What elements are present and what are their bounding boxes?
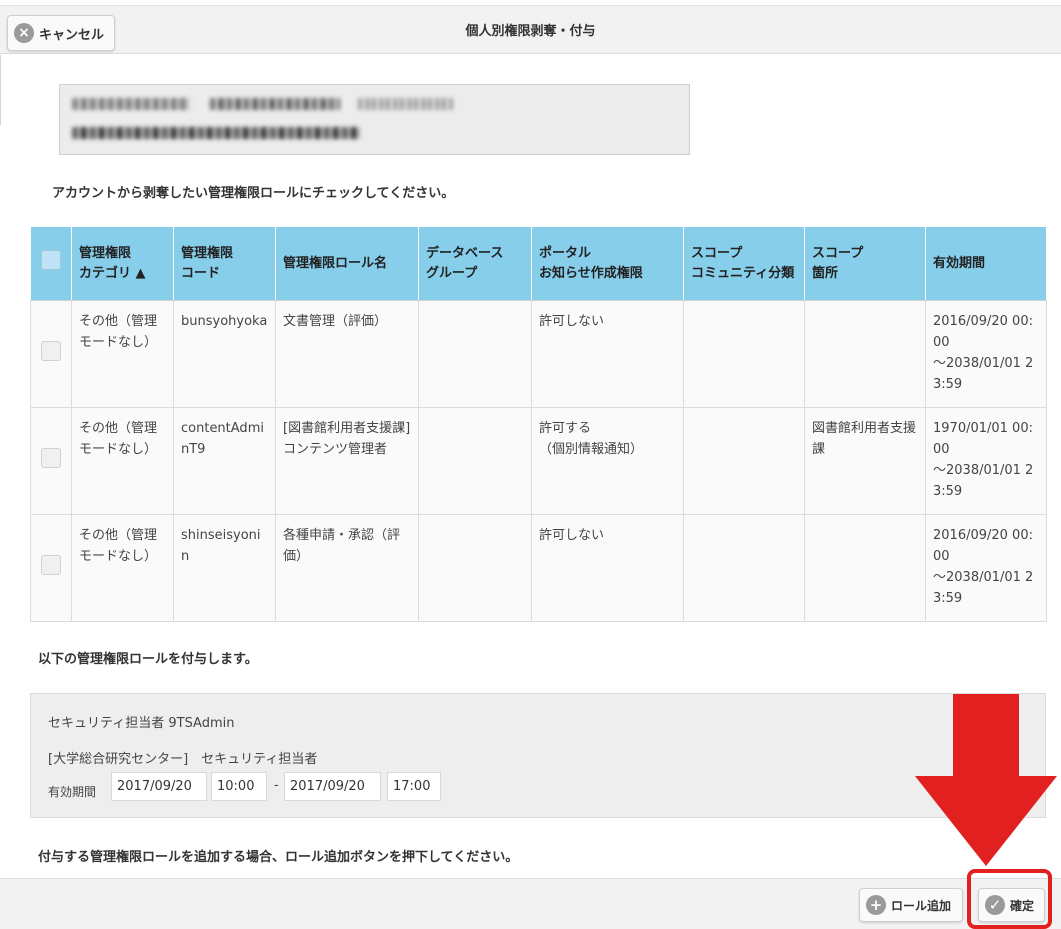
select-all-cell: [30, 226, 72, 301]
cell-category: その他（管理モードなし）: [71, 300, 174, 408]
col-role-name: 管理権限ロール名: [275, 226, 419, 301]
cell-scope-community: [683, 407, 805, 515]
period-separator: -: [274, 778, 279, 793]
revoke-instruction: アカウントから剥奪したい管理権限ロールにチェックしてください。: [52, 186, 455, 201]
cell-scope-community: [683, 300, 805, 408]
cell-code: shinseisyonin: [173, 514, 276, 622]
cell-portal: 許可する （個別情報通知）: [531, 407, 684, 515]
col-portal: ポータル お知らせ作成権限: [531, 226, 684, 301]
cell-role-name: [図書館利用者支援課] コンテンツ管理者: [275, 407, 423, 515]
table-row: その他（管理モードなし） contentAdminT9 [図書館利用者支援課] …: [30, 407, 1047, 515]
cell-scope-place: [804, 300, 926, 408]
table-row: その他（管理モードなし） bunsyohyoka 文書管理（評価） 許可しない …: [30, 300, 1047, 408]
col-category[interactable]: 管理権限 カテゴリ ▲: [71, 226, 174, 301]
cell-db-group: [418, 407, 532, 515]
confirm-highlight-box: [967, 869, 1052, 929]
dialog-footer: + ロール追加 ✓ 確定: [0, 878, 1061, 929]
grant-role-panel: セキュリティ担当者 9TSAdmin [大学総合研究センター] セキュリティ担当…: [30, 693, 1046, 818]
cell-portal: 許可しない: [531, 514, 684, 622]
redacted-text: [72, 127, 360, 139]
col-db-group: データベース グループ: [418, 226, 532, 301]
redacted-text: [358, 98, 453, 110]
redacted-text: [210, 98, 340, 110]
plus-icon: +: [866, 895, 886, 915]
redacted-text: [72, 98, 190, 110]
cell-category: その他（管理モードなし）: [71, 407, 174, 515]
grant-role-name: セキュリティ担当者 9TSAdmin: [48, 716, 235, 731]
cell-category: その他（管理モードなし）: [71, 514, 174, 622]
cell-role-name: 文書管理（評価）: [275, 300, 419, 408]
cell-code: contentAdminT9: [173, 407, 276, 515]
col-scope-community: スコープ コミュニティ分類: [683, 226, 805, 301]
cell-scope-place: 図書館利用者支援課: [804, 407, 926, 515]
grant-instruction: 以下の管理権限ロールを付与します。: [38, 652, 258, 667]
cell-scope-place: [804, 514, 926, 622]
start-time-input[interactable]: 10:00: [211, 772, 267, 801]
select-all-checkbox[interactable]: [41, 250, 61, 270]
col-scope-place: スコープ 箇所: [804, 226, 926, 301]
cell-period: 2016/09/20 00:00 ～2038/01/01 23:59: [925, 300, 1047, 408]
dialog-header: × キャンセル 個人別権限剥奪・付与: [0, 6, 1061, 54]
cell-scope-community: [683, 514, 805, 622]
period-label: 有効期間: [48, 785, 97, 799]
row-checkbox[interactable]: [41, 554, 61, 575]
row-checkbox[interactable]: [41, 340, 61, 361]
account-info-redacted: [59, 84, 690, 155]
cell-period: 1970/01/01 00:00 ～2038/01/01 23:59: [925, 407, 1047, 515]
left-divider: [0, 55, 2, 125]
start-date-input[interactable]: 2017/09/20: [111, 772, 207, 801]
row-select-cell: [30, 300, 72, 408]
end-date-input[interactable]: 2017/09/20: [284, 772, 381, 801]
table-row: その他（管理モードなし） shinseisyonin 各種申請・承認（評価） 許…: [30, 514, 1047, 622]
cell-db-group: [418, 514, 532, 622]
grant-role-description: [大学総合研究センター] セキュリティ担当者: [48, 752, 318, 767]
add-role-button[interactable]: + ロール追加: [859, 888, 963, 922]
end-time-input[interactable]: 17:00: [387, 772, 441, 801]
dialog-title: 個人別権限剥奪・付与: [465, 24, 596, 39]
col-code: 管理権限 コード: [173, 226, 276, 301]
cell-portal: 許可しない: [531, 300, 684, 408]
cell-role-name: 各種申請・承認（評価）: [275, 514, 419, 622]
cell-db-group: [418, 300, 532, 408]
down-arrow-annotation-icon: [915, 694, 1057, 866]
row-select-cell: [30, 514, 72, 622]
add-role-button-label: ロール追加: [891, 898, 952, 913]
table-header-row: 管理権限 カテゴリ ▲ 管理権限 コード 管理権限ロール名 データベース グループ ポ…: [30, 226, 1047, 301]
row-checkbox[interactable]: [41, 447, 61, 468]
row-select-cell: [30, 407, 72, 515]
add-role-instruction: 付与する管理権限ロールを追加する場合、ロール追加ボタンを押下してください。: [38, 850, 519, 865]
cell-period: 2016/09/20 00:00 ～2038/01/01 23:59: [925, 514, 1047, 622]
admin-roles-table: 管理権限 カテゴリ ▲ 管理権限 コード 管理権限ロール名 データベース グループ ポ…: [30, 226, 1047, 622]
col-period: 有効期間: [925, 226, 1047, 301]
cell-code: bunsyohyoka: [173, 300, 276, 408]
